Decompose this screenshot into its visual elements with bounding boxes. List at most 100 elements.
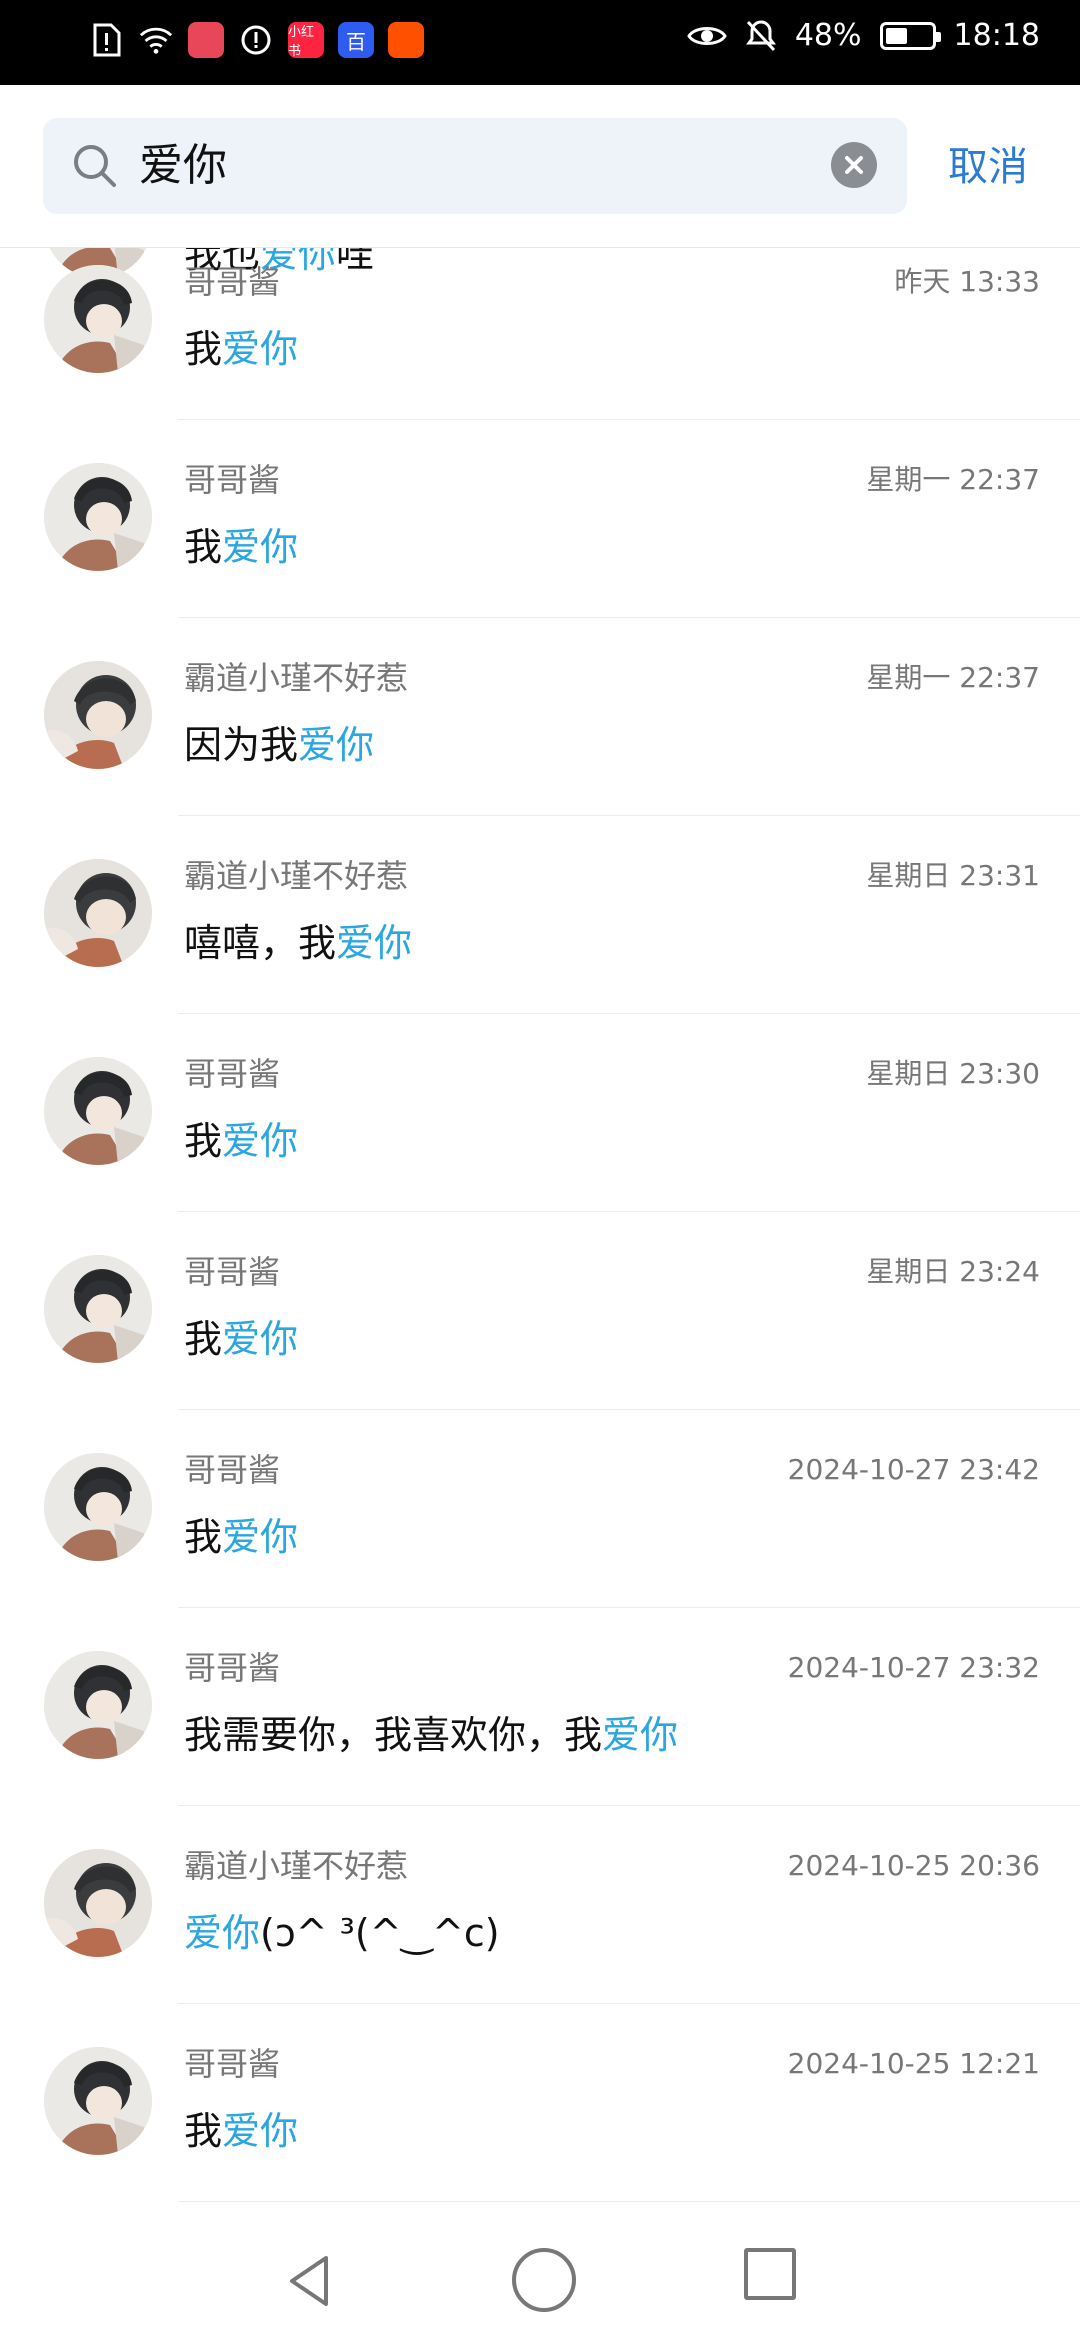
search-result-item[interactable]: 霸道小瑾不好惹 星期日 23:31 嘻嘻，我爱你 (0, 816, 1080, 1014)
wifi-icon (138, 22, 174, 58)
search-result-item[interactable]: 哥哥酱 2024-10-27 23:32 我需要你，我喜欢你，我爱你 (0, 1608, 1080, 1806)
message-highlight: 爱你 (184, 1911, 261, 1955)
avatar[interactable] (44, 463, 152, 571)
message-time: 昨天 13:33 (894, 265, 1040, 298)
search-input[interactable]: 爱你 (43, 118, 907, 214)
message-text-pre: 我 (184, 327, 223, 371)
sim-alert-icon (88, 22, 124, 58)
message-text: 我爱你 (184, 324, 298, 374)
message-text-pre: 我 (184, 1119, 223, 1163)
home-icon[interactable] (512, 2248, 576, 2312)
message-time: 2024-10-27 23:32 (787, 1651, 1040, 1684)
sender-name: 哥哥酱 (184, 1649, 281, 1687)
sender-name: 哥哥酱 (184, 263, 281, 301)
search-result-item[interactable]: 哥哥酱 星期日 23:24 我爱你 (0, 1212, 1080, 1410)
avatar[interactable] (44, 1453, 152, 1561)
message-text: 嘻嘻，我爱你 (184, 918, 412, 968)
search-results-list: 我也爱你哇 哥哥酱 昨天 13:33 我爱你 哥哥酱 星期一 22:37 我爱你 霸道小瑾不好… (0, 170, 1080, 2202)
message-text-pre: 嘻嘻，我 (184, 921, 337, 965)
message-text: 爱你(ɔ^ ³(^‿^c) (184, 1908, 500, 1958)
clock: 18:18 (953, 18, 1040, 53)
message-text: 我需要你，我喜欢你，我爱你 (184, 1710, 678, 1760)
message-text-pre: 我 (184, 2109, 223, 2153)
avatar[interactable] (44, 1651, 152, 1759)
avatar[interactable] (44, 1849, 152, 1957)
huawei-app-icon (188, 22, 224, 58)
baidu-icon: 百 (338, 22, 374, 58)
divider (178, 2201, 1080, 2202)
clear-search-button[interactable] (831, 142, 877, 188)
message-time: 星期日 23:30 (866, 1057, 1040, 1090)
message-time: 星期一 22:37 (866, 661, 1040, 694)
sender-name: 哥哥酱 (184, 1253, 281, 1291)
search-result-item[interactable]: 哥哥酱 星期一 22:37 我爱你 (0, 420, 1080, 618)
avatar[interactable] (44, 661, 152, 769)
search-result-item[interactable]: 霸道小瑾不好惹 星期一 22:37 因为我爱你 (0, 618, 1080, 816)
message-time: 2024-10-27 23:42 (787, 1453, 1040, 1486)
search-icon (74, 145, 116, 187)
message-highlight: 爱你 (222, 1317, 299, 1361)
message-highlight: 爱你 (222, 525, 299, 569)
message-highlight: 爱你 (222, 327, 299, 371)
message-highlight: 爱你 (336, 921, 413, 965)
avatar[interactable] (44, 2047, 152, 2155)
sender-name: 霸道小瑾不好惹 (184, 1847, 409, 1885)
message-text-pre: 我 (184, 1515, 223, 1559)
message-text-pre: 我需要你，我喜欢你，我 (184, 1713, 603, 1757)
eye-icon (687, 26, 727, 45)
search-result-item[interactable]: 哥哥酱 2024-10-27 23:42 我爱你 (0, 1410, 1080, 1608)
message-text: 我爱你 (184, 1512, 298, 1562)
status-bar: 小红书 百 48% 18:18 (0, 0, 1080, 85)
cancel-button[interactable]: 取消 (948, 143, 1028, 191)
message-text: 我爱你 (184, 522, 298, 572)
xiaohongshu-icon: 小红书 (288, 22, 324, 59)
message-time: 星期日 23:24 (866, 1255, 1040, 1288)
message-highlight: 爱你 (222, 1515, 299, 1559)
message-time: 2024-10-25 12:21 (787, 2047, 1040, 2080)
message-time: 2024-10-25 20:36 (787, 1849, 1040, 1882)
avatar[interactable] (44, 859, 152, 967)
taobao-icon (388, 22, 424, 58)
sender-name: 哥哥酱 (184, 461, 281, 499)
close-icon (845, 156, 863, 174)
message-highlight: 爱你 (222, 1119, 299, 1163)
message-text: 我爱你 (184, 1116, 298, 1166)
xiaohongshu-label: 小红书 (288, 25, 315, 59)
back-icon[interactable] (280, 2250, 342, 2312)
message-text: 我爱你 (184, 2106, 298, 2156)
recent-apps-icon[interactable] (744, 2248, 796, 2300)
battery-level (885, 27, 907, 44)
message-text: 我爱你 (184, 1314, 298, 1364)
message-text: 因为我爱你 (184, 720, 374, 770)
battery-percent: 48% (794, 18, 862, 53)
search-query[interactable]: 爱你 (139, 140, 227, 192)
search-result-item[interactable]: 哥哥酱 昨天 13:33 我爱你 (0, 222, 1080, 420)
message-text-pre: 我 (184, 525, 223, 569)
sender-name: 哥哥酱 (184, 1451, 281, 1489)
message-text-post: (ɔ^ ³(^‿^c) (260, 1911, 500, 1955)
message-text-pre: 我 (184, 1317, 223, 1361)
sender-name: 霸道小瑾不好惹 (184, 659, 409, 697)
sender-name: 哥哥酱 (184, 1055, 281, 1093)
avatar[interactable] (44, 265, 152, 373)
message-time: 星期一 22:37 (866, 463, 1040, 496)
avatar[interactable] (44, 1255, 152, 1363)
navigation-bar (0, 2222, 1080, 2340)
avatar[interactable] (44, 1057, 152, 1165)
mute-icon (745, 19, 776, 51)
search-result-item[interactable]: 哥哥酱 星期日 23:30 我爱你 (0, 1014, 1080, 1212)
sender-name: 霸道小瑾不好惹 (184, 857, 409, 895)
message-text-pre: 因为我 (184, 723, 299, 767)
search-result-item[interactable]: 霸道小瑾不好惹 2024-10-25 20:36 爱你(ɔ^ ³(^‿^c) (0, 1806, 1080, 2004)
message-highlight: 爱你 (222, 2109, 299, 2153)
sender-name: 哥哥酱 (184, 2045, 281, 2083)
notification-icons: 小红书 百 (88, 22, 424, 59)
system-indicators: 48% 18:18 (687, 18, 1040, 53)
search-header: 爱你 取消 (0, 85, 1080, 248)
battery-icon (879, 21, 941, 50)
message-highlight: 爱你 (298, 723, 375, 767)
message-time: 星期日 23:31 (866, 859, 1040, 892)
search-result-item[interactable]: 哥哥酱 2024-10-25 12:21 我爱你 (0, 2004, 1080, 2202)
message-highlight: 爱你 (602, 1713, 679, 1757)
alert-icon (238, 22, 274, 58)
